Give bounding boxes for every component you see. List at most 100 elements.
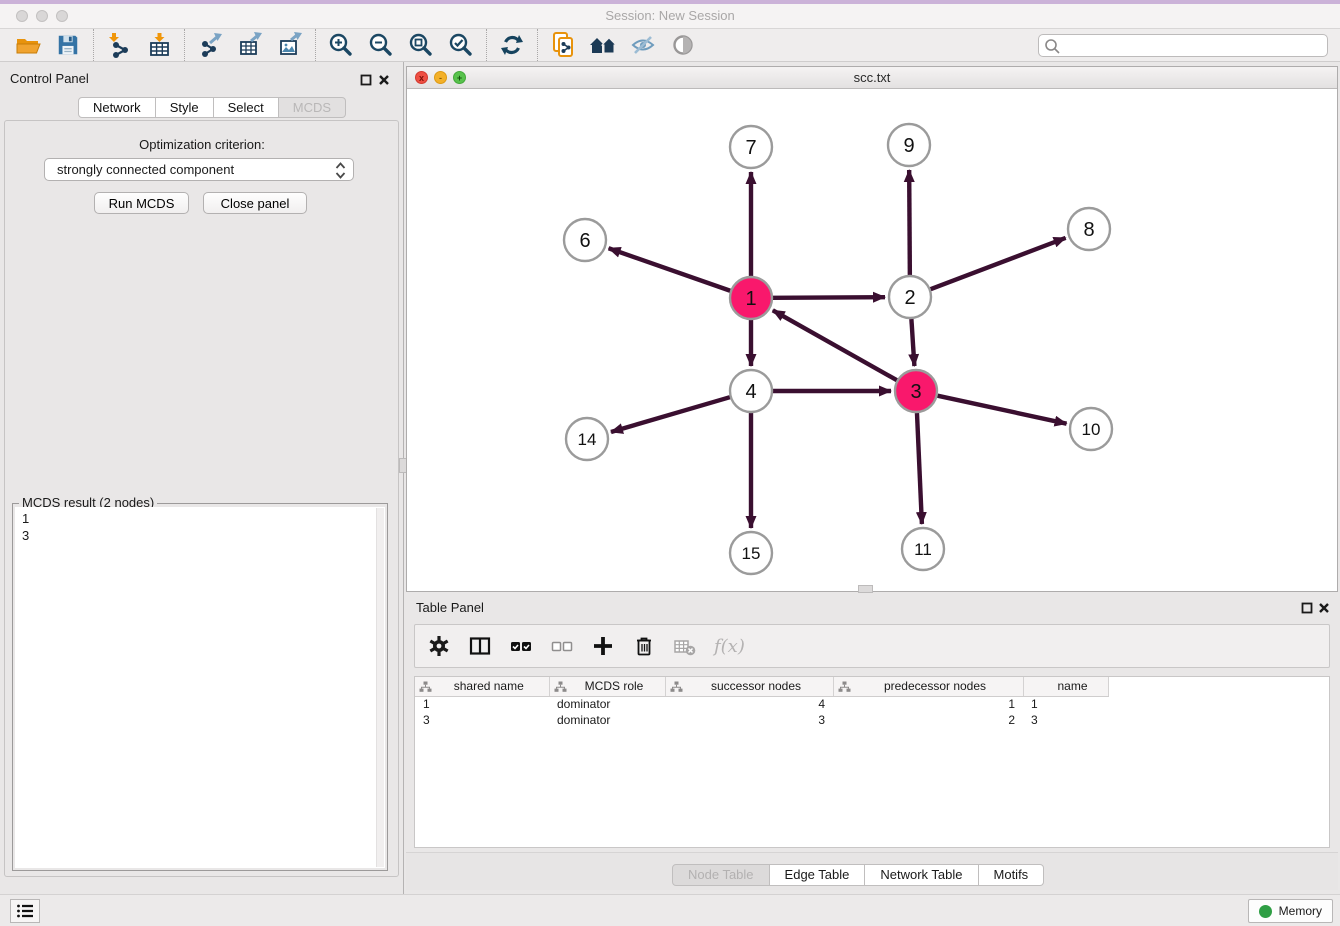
apply-style-button[interactable] — [492, 30, 532, 60]
clone-network-button[interactable] — [543, 30, 583, 60]
column-header-predecessor-nodes[interactable]: predecessor nodes — [833, 677, 1023, 696]
plus-icon — [592, 635, 614, 657]
table-settings-button[interactable] — [427, 634, 451, 658]
show-panel-button[interactable] — [663, 30, 703, 60]
close-table-panel-icon[interactable] — [1318, 602, 1330, 614]
graph-edge-2-9[interactable] — [909, 170, 910, 275]
graph-edge-1-2[interactable] — [773, 297, 885, 298]
open-session-button[interactable] — [8, 30, 48, 60]
gear-icon — [428, 635, 450, 657]
cell-predecessor-nodes[interactable]: 1 — [833, 696, 1023, 712]
column-header-mcds-role[interactable]: MCDS role — [549, 677, 665, 696]
tab-edge-table[interactable]: Edge Table — [770, 864, 866, 886]
import-table-icon — [146, 32, 172, 58]
graph-node-label-15: 15 — [742, 544, 761, 563]
toolbar-separator — [315, 29, 316, 61]
trash-icon — [633, 635, 655, 657]
network-maximize-button[interactable]: + — [453, 71, 466, 84]
graph-edge-3-11[interactable] — [917, 413, 922, 524]
network-resize-grip[interactable] — [858, 585, 873, 593]
table-panel-title: Table Panel — [416, 600, 484, 615]
graph-edge-1-6[interactable] — [609, 248, 731, 290]
import-network-icon — [106, 32, 132, 58]
delete-column-button[interactable] — [632, 634, 656, 658]
panel-divider — [403, 62, 404, 894]
export-image-button[interactable] — [270, 30, 310, 60]
cell-mcds-role[interactable]: dominator — [549, 696, 665, 712]
graph-edge-4-14[interactable] — [611, 397, 730, 432]
cell-shared-name[interactable]: 3 — [415, 712, 549, 728]
tab-style[interactable]: Style — [156, 97, 214, 118]
float-panel-icon[interactable] — [360, 74, 372, 86]
control-panel-tabs: NetworkStyleSelectMCDS — [78, 97, 346, 118]
tab-node-table[interactable]: Node Table — [672, 864, 770, 886]
select-all-button[interactable] — [509, 634, 533, 658]
graph-edge-3-10[interactable] — [937, 396, 1066, 424]
task-history-button[interactable] — [10, 899, 40, 923]
tab-mcds[interactable]: MCDS — [279, 97, 346, 118]
zoom-out-icon — [368, 32, 394, 58]
main-toolbar — [0, 29, 1340, 62]
hide-panel-button[interactable] — [623, 30, 663, 60]
column-header-name[interactable]: name — [1023, 677, 1108, 696]
tree-icon — [838, 681, 851, 693]
result-scrollbar[interactable] — [376, 508, 384, 867]
network-graph[interactable]: 1234678910111415 — [407, 89, 1337, 591]
run-mcds-button[interactable]: Run MCDS — [94, 192, 189, 214]
search-input[interactable] — [1038, 34, 1328, 57]
optimization-value: strongly connected component — [57, 162, 234, 177]
table-row[interactable]: 3dominator323 — [415, 712, 1108, 728]
cell-successor-nodes[interactable]: 3 — [665, 712, 833, 728]
network-minimize-button[interactable]: - — [434, 71, 447, 84]
cell-shared-name[interactable]: 1 — [415, 696, 549, 712]
select-all-icon — [509, 635, 533, 657]
table-row[interactable]: 1dominator411 — [415, 696, 1108, 712]
close-panel-button[interactable]: Close panel — [203, 192, 307, 214]
close-panel-icon[interactable] — [378, 74, 390, 86]
export-table-button[interactable] — [230, 30, 270, 60]
import-network-button[interactable] — [99, 30, 139, 60]
fx-icon: f(x) — [714, 636, 745, 657]
mcds-result-area[interactable]: 13 — [15, 507, 385, 868]
network-close-button[interactable]: x — [415, 71, 428, 84]
graph-edge-2-3[interactable] — [911, 319, 914, 366]
float-table-panel-icon[interactable] — [1301, 602, 1313, 614]
cell-mcds-role[interactable]: dominator — [549, 712, 665, 728]
first-neighbors-button[interactable] — [583, 30, 623, 60]
zoom-out-button[interactable] — [361, 30, 401, 60]
graph-node-label-14: 14 — [578, 430, 597, 449]
tab-select[interactable]: Select — [214, 97, 279, 118]
memory-button[interactable]: Memory — [1248, 899, 1333, 923]
zoom-selected-button[interactable] — [441, 30, 481, 60]
graph-edge-3-1[interactable] — [773, 310, 897, 380]
toolbar-separator — [184, 29, 185, 61]
create-column-button[interactable] — [591, 634, 615, 658]
graph-edge-2-8[interactable] — [931, 238, 1066, 289]
cell-name[interactable]: 3 — [1023, 712, 1108, 728]
cell-predecessor-nodes[interactable]: 2 — [833, 712, 1023, 728]
show-column-panel-button[interactable] — [468, 634, 492, 658]
column-header-successor-nodes[interactable]: successor nodes — [665, 677, 833, 696]
column-label: name — [1057, 679, 1087, 693]
tab-motifs[interactable]: Motifs — [979, 864, 1045, 886]
delete-table-button[interactable] — [673, 634, 697, 658]
tab-network[interactable]: Network — [78, 97, 156, 118]
import-table-button[interactable] — [139, 30, 179, 60]
cell-successor-nodes[interactable]: 4 — [665, 696, 833, 712]
column-header-shared-name[interactable]: shared name — [415, 677, 549, 696]
network-canvas[interactable]: 1234678910111415 — [407, 89, 1337, 591]
function-builder-button[interactable]: f(x) — [714, 634, 745, 658]
deselect-all-button[interactable] — [550, 634, 574, 658]
graph-node-label-10: 10 — [1082, 420, 1101, 439]
zoom-fit-button[interactable] — [401, 30, 441, 60]
cell-name[interactable]: 1 — [1023, 696, 1108, 712]
tab-network-table[interactable]: Network Table — [865, 864, 978, 886]
app-titlebar: Session: New Session — [0, 4, 1340, 29]
save-session-button[interactable] — [48, 30, 88, 60]
export-network-button[interactable] — [190, 30, 230, 60]
memory-label: Memory — [1279, 904, 1322, 918]
window-title: Session: New Session — [0, 8, 1340, 23]
zoom-in-button[interactable] — [321, 30, 361, 60]
network-window-titlebar[interactable]: x - + scc.txt — [407, 67, 1337, 89]
optimization-select[interactable]: strongly connected component — [44, 158, 354, 181]
